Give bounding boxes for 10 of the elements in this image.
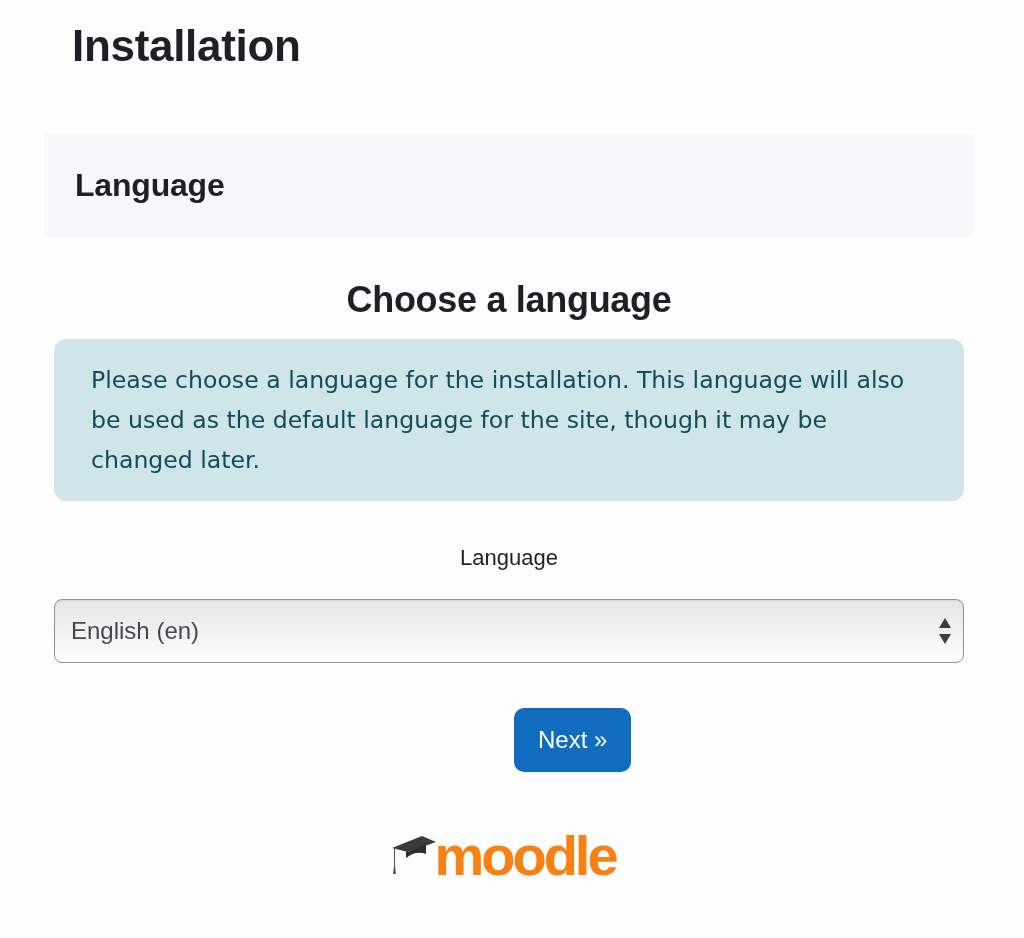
language-select[interactable]: English (en) [54,599,964,663]
up-down-arrows-icon [939,618,951,644]
section-heading: Language [75,166,225,205]
info-notice: Please choose a language for the installation. This language will also be used as the default language for the site, though it may be changed later. [54,339,964,501]
next-button[interactable]: Next » [514,708,632,772]
field-label: Language [459,544,559,572]
logo-wordmark: moodle [434,828,616,884]
graduation-cap-icon [392,836,437,874]
form-heading: Choose a language [345,278,673,322]
page-title: Installation [72,20,302,72]
